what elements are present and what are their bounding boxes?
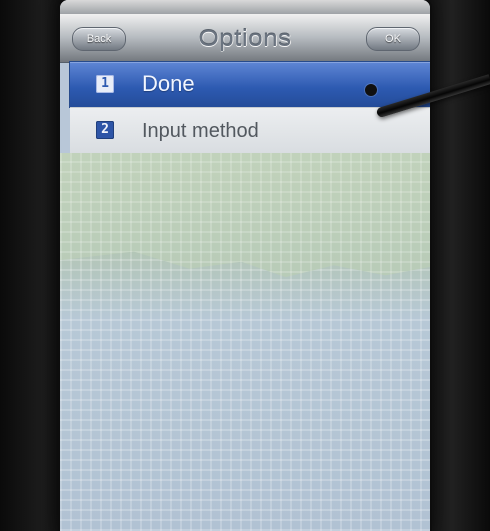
options-list: 1 Done 2 Input method <box>70 62 430 153</box>
ok-button[interactable]: OK <box>366 27 420 51</box>
option-done[interactable]: 1 Done <box>70 62 430 107</box>
option-input-method[interactable]: 2 Input method <box>70 107 430 153</box>
options-titlebar: Back Options OK <box>60 14 430 63</box>
option-number-badge: 2 <box>96 121 114 139</box>
photo-of-device-screen: Back Options OK 1 Done 2 Input method <box>0 0 490 531</box>
status-bar <box>60 0 430 14</box>
device-screen: Back Options OK 1 Done 2 Input method <box>60 0 430 531</box>
option-label: Done <box>142 71 195 96</box>
stylus-tip <box>365 84 377 96</box>
option-number-badge: 1 <box>96 75 114 93</box>
back-button[interactable]: Back <box>72 27 126 51</box>
page-title: Options <box>198 24 292 52</box>
option-label: Input method <box>142 120 259 142</box>
